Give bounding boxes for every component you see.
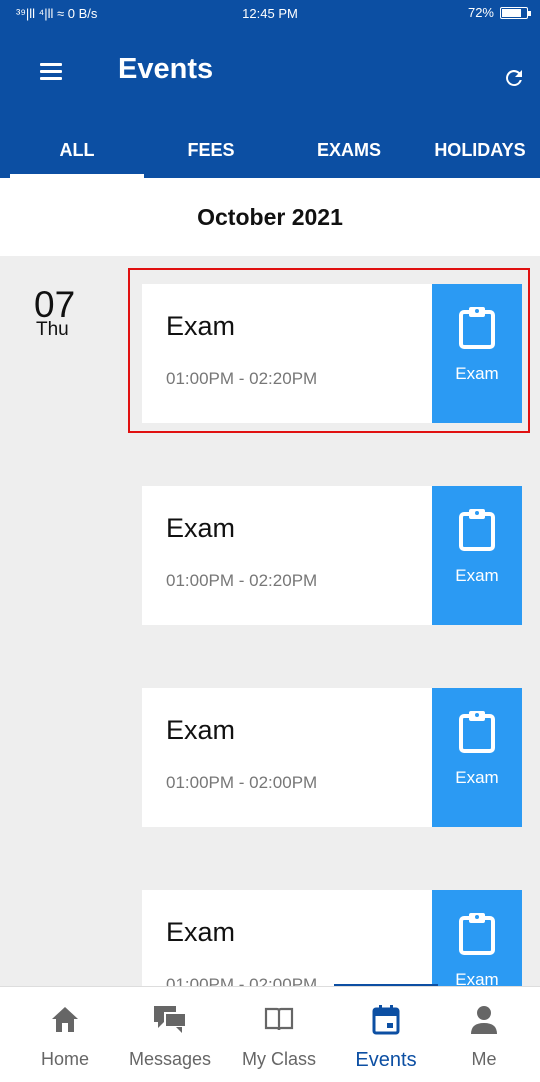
page-title: Events xyxy=(118,53,214,85)
clipboard-icon xyxy=(459,711,495,753)
event-time: 01:00PM - 02:00PM xyxy=(166,975,318,986)
nav-home[interactable]: Home xyxy=(20,987,110,1082)
event-title: Exam xyxy=(166,715,236,745)
month-header: October 2021 xyxy=(0,178,540,256)
clipboard-icon xyxy=(459,307,495,349)
event-time: 01:00PM - 02:20PM xyxy=(166,571,318,590)
event-type-label: Exam xyxy=(455,364,499,383)
tab-fees[interactable]: FEES xyxy=(150,124,272,178)
status-time: 12:45 PM xyxy=(242,6,298,21)
event-list[interactable]: 07 Thu Exam 01:00PM - 02:20PM Exam Exam … xyxy=(0,256,540,986)
event-card[interactable]: Exam 01:00PM - 02:20PM Exam xyxy=(142,486,522,625)
event-card[interactable]: Exam 01:00PM - 02:20PM Exam xyxy=(142,284,522,423)
event-card[interactable]: Exam 01:00PM - 02:00PM Exam xyxy=(142,890,522,986)
app-bar: Events xyxy=(0,28,540,124)
event-title: Exam xyxy=(166,311,236,341)
battery-icon xyxy=(500,6,531,19)
messages-icon xyxy=(154,1006,187,1033)
bottom-nav: Home Messages My Class Events Me xyxy=(0,986,540,1082)
nav-messages[interactable]: Messages xyxy=(120,987,220,1082)
battery-percent: 72% xyxy=(467,5,494,20)
tab-bar: ALL FEES EXAMS HOLIDAYS xyxy=(0,124,540,178)
nav-my-class[interactable]: My Class xyxy=(230,987,328,1082)
nav-label: My Class xyxy=(241,1049,316,1069)
event-type-badge: Exam xyxy=(432,890,522,986)
event-type-label: Exam xyxy=(455,970,499,986)
date-weekday: Thu xyxy=(36,319,69,340)
nav-label: Events xyxy=(355,1049,417,1071)
home-icon xyxy=(52,1007,78,1032)
event-type-label: Exam xyxy=(455,768,499,787)
tab-exams[interactable]: EXAMS xyxy=(280,124,418,178)
clipboard-icon xyxy=(459,509,495,551)
tab-all[interactable]: ALL xyxy=(10,124,144,178)
status-bar: ³⁹|ll ⁴|ll ≈ 0 B/s 12:45 PM 72% xyxy=(0,0,540,28)
event-type-badge: Exam xyxy=(432,284,522,423)
nav-me[interactable]: Me xyxy=(444,987,524,1082)
nav-label: Me xyxy=(471,1049,497,1069)
event-type-badge: Exam xyxy=(432,486,522,625)
nav-label: Messages xyxy=(128,1049,212,1069)
calendar-icon xyxy=(372,1005,400,1035)
event-time: 01:00PM - 02:20PM xyxy=(166,369,318,388)
tab-holidays[interactable]: HOLIDAYS xyxy=(420,124,540,178)
clipboard-icon xyxy=(459,913,495,955)
event-type-badge: Exam xyxy=(432,688,522,827)
nav-events[interactable]: Events xyxy=(338,987,434,1082)
event-time: 01:00PM - 02:00PM xyxy=(166,773,318,792)
menu-icon[interactable] xyxy=(40,62,66,82)
book-icon xyxy=(264,1007,294,1031)
refresh-icon[interactable] xyxy=(502,66,526,90)
event-type-label: Exam xyxy=(455,566,499,585)
event-title: Exam xyxy=(166,513,236,543)
event-title: Exam xyxy=(166,917,236,947)
nav-label: Home xyxy=(40,1049,89,1069)
person-icon xyxy=(471,1006,497,1034)
event-card[interactable]: Exam 01:00PM - 02:00PM Exam xyxy=(142,688,522,827)
